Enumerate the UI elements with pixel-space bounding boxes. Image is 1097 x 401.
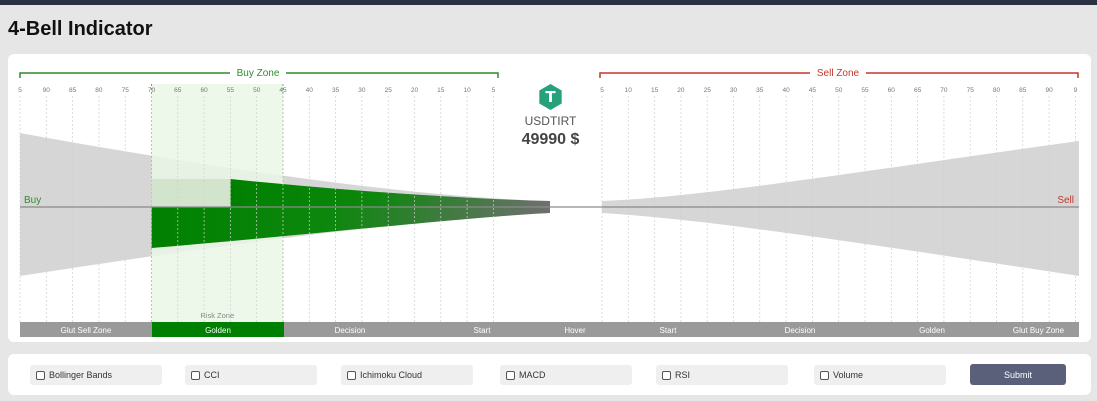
right-bell-shape bbox=[602, 141, 1079, 276]
indicator-volume[interactable]: Volume bbox=[814, 365, 946, 385]
indicator-label: RSI bbox=[675, 370, 691, 380]
bottom-segment-label: Start bbox=[474, 326, 492, 335]
page: 4-Bell Indicator Buy Zone Sell Zone 5 90 85 8… bbox=[0, 5, 1097, 401]
indicator-toolbar: Bollinger Bands CCI Ichimoku Cloud MACD … bbox=[8, 354, 1091, 395]
buy-side-label: Buy bbox=[24, 195, 41, 206]
bottom-segment-label: Glut Buy Zone bbox=[1013, 326, 1065, 335]
indicator-label: Ichimoku Cloud bbox=[360, 370, 423, 380]
tick-label: 35 bbox=[756, 87, 764, 94]
tick-label: 35 bbox=[332, 87, 340, 94]
tick-label: 25 bbox=[385, 87, 393, 94]
checkbox[interactable] bbox=[36, 370, 45, 380]
tick-label: 25 bbox=[704, 87, 712, 94]
checkbox[interactable] bbox=[347, 370, 356, 380]
sell-zone-label: Sell Zone bbox=[817, 68, 860, 79]
tick-label: 40 bbox=[782, 87, 790, 94]
tick-label: 50 bbox=[835, 87, 843, 94]
bottom-segment-label: Start bbox=[660, 326, 678, 335]
sell-side-label: Sell bbox=[1057, 195, 1074, 206]
indicator-macd[interactable]: MACD bbox=[500, 365, 632, 385]
tether-icon: T bbox=[539, 84, 562, 110]
indicator-label: Bollinger Bands bbox=[49, 370, 113, 380]
bell-chart-card: Buy Zone Sell Zone 5 90 85 80 75 70 65 60 55 50 45 40… bbox=[8, 54, 1091, 342]
tick-label: 80 bbox=[993, 87, 1001, 94]
tick-label: 45 bbox=[809, 87, 817, 94]
indicator-ichimoku-cloud[interactable]: Ichimoku Cloud bbox=[341, 365, 473, 385]
risk-zone-label: Risk Zone bbox=[200, 311, 234, 320]
tick-label: 20 bbox=[411, 87, 419, 94]
checkbox[interactable] bbox=[191, 370, 200, 380]
tick-label: 40 bbox=[306, 87, 314, 94]
tick-label: 9 bbox=[1074, 87, 1078, 94]
tick-label: 80 bbox=[95, 87, 103, 94]
checkbox[interactable] bbox=[662, 370, 671, 380]
tick-label: 5 bbox=[492, 87, 496, 94]
tick-label: 55 bbox=[227, 87, 235, 94]
tick-label: 5 bbox=[18, 87, 22, 94]
checkbox[interactable] bbox=[506, 370, 515, 380]
bottom-segment-label: Golden bbox=[919, 326, 945, 335]
tick-label: 85 bbox=[69, 87, 77, 94]
indicator-bollinger-bands[interactable]: Bollinger Bands bbox=[30, 365, 162, 385]
checkbox[interactable] bbox=[820, 370, 829, 380]
tick-label: 70 bbox=[148, 87, 156, 94]
bottom-segment-label: Glut Sell Zone bbox=[61, 326, 112, 335]
token-symbol: USDTIRT bbox=[524, 114, 577, 128]
tick-label: 15 bbox=[437, 87, 445, 94]
page-title: 4-Bell Indicator bbox=[8, 18, 153, 40]
buy-zone-label: Buy Zone bbox=[237, 68, 280, 79]
bottom-segment-label: Golden bbox=[205, 326, 231, 335]
bottom-segment-label: Decision bbox=[785, 326, 816, 335]
indicator-rsi[interactable]: RSI bbox=[656, 365, 788, 385]
hover-token: T USDTIRT 49990 $ bbox=[498, 84, 603, 149]
tick-label: 30 bbox=[358, 87, 366, 94]
tick-label: 45 bbox=[279, 87, 287, 94]
tick-label: 60 bbox=[888, 87, 896, 94]
submit-button[interactable]: Submit bbox=[970, 364, 1066, 385]
tick-label: 20 bbox=[677, 87, 685, 94]
tick-label: 30 bbox=[730, 87, 738, 94]
tick-label: 60 bbox=[200, 87, 208, 94]
indicator-lower-bar bbox=[151, 207, 550, 248]
token-price: 49990 $ bbox=[521, 131, 580, 148]
tick-label: 85 bbox=[1019, 87, 1027, 94]
bottom-segment-label: Decision bbox=[335, 326, 366, 335]
tick-label: 70 bbox=[940, 87, 948, 94]
indicator-label: CCI bbox=[204, 370, 220, 380]
tick-label: 75 bbox=[967, 87, 975, 94]
indicator-label: MACD bbox=[519, 370, 546, 380]
indicator-upper-risk-band bbox=[151, 179, 231, 207]
tick-label: 75 bbox=[122, 87, 130, 94]
tick-label: 15 bbox=[651, 87, 659, 94]
indicator-label: Volume bbox=[833, 370, 864, 380]
tick-label: 10 bbox=[463, 87, 471, 94]
tick-label: 65 bbox=[914, 87, 922, 94]
tick-label: 90 bbox=[1045, 87, 1053, 94]
tick-label: 10 bbox=[625, 87, 633, 94]
bottom-segment-label: Hover bbox=[564, 326, 586, 335]
tick-label: 55 bbox=[861, 87, 869, 94]
indicator-cci[interactable]: CCI bbox=[185, 365, 317, 385]
tick-label: 50 bbox=[253, 87, 261, 94]
tick-label: 65 bbox=[174, 87, 182, 94]
tick-label: 90 bbox=[43, 87, 51, 94]
